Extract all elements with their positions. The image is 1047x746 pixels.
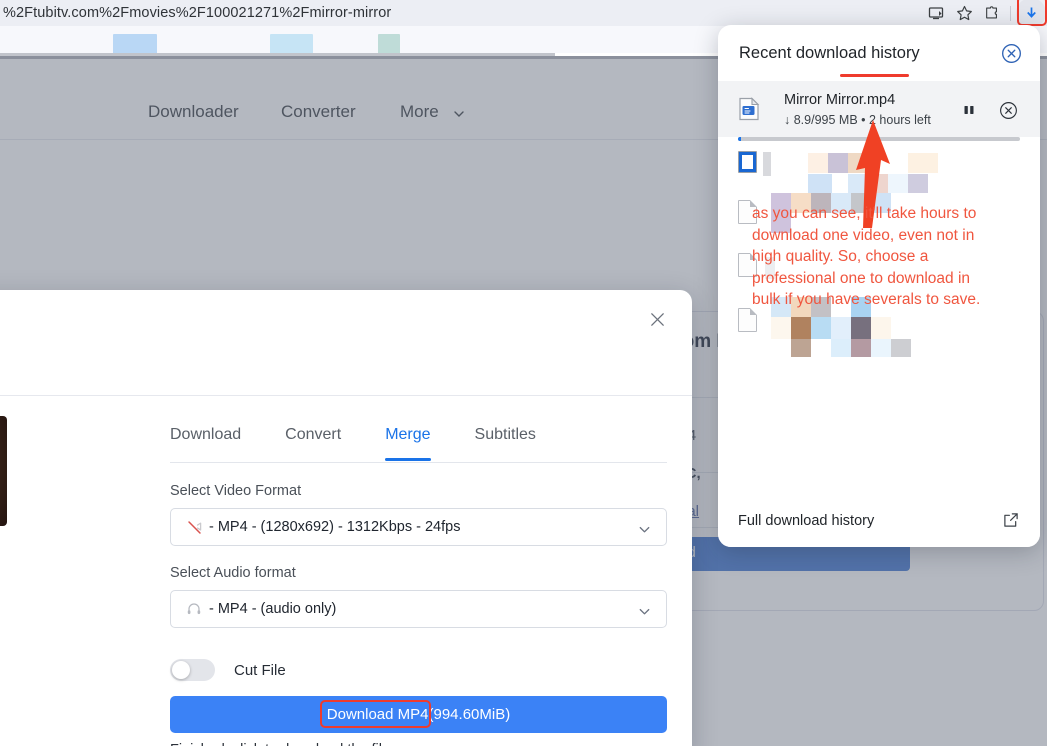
tab-merge[interactable]: Merge xyxy=(385,418,431,461)
blur-pixel xyxy=(871,317,891,339)
download-progress-fill xyxy=(738,137,741,141)
download-pause-button[interactable] xyxy=(959,100,979,120)
blur-pixel xyxy=(851,339,871,357)
video-thumbnail xyxy=(0,416,7,526)
cast-icon[interactable] xyxy=(922,0,950,26)
download-panel-close-button[interactable] xyxy=(998,40,1024,66)
omnibox-url-text[interactable]: %2Ftubitv.com%2Fmovies%2F100021271%2Fmir… xyxy=(0,5,391,21)
bookmark-item[interactable] xyxy=(113,34,157,55)
bookmark-item[interactable] xyxy=(270,34,313,55)
open-external-icon[interactable] xyxy=(1002,511,1020,534)
bookmark-item[interactable] xyxy=(378,34,400,55)
close-circle-icon xyxy=(1001,43,1021,63)
pause-icon xyxy=(964,106,974,114)
chevron-down-icon xyxy=(637,604,652,624)
full-download-history-link[interactable]: Full download history xyxy=(738,513,874,529)
blur-pixel xyxy=(808,174,832,193)
blur-pixel xyxy=(831,317,851,339)
download-panel-header: Recent download history xyxy=(718,25,1040,81)
cut-file-toggle[interactable] xyxy=(170,659,215,681)
chevron-down-icon xyxy=(637,522,652,542)
blur-pixel xyxy=(851,317,871,339)
download-arrow-icon xyxy=(1026,7,1036,18)
modal-header-divider xyxy=(0,395,692,396)
toggle-knob xyxy=(172,661,190,679)
blur-pixel xyxy=(891,339,911,357)
download-mp4-primary-label: Download MP4 xyxy=(326,706,429,723)
tab-convert[interactable]: Convert xyxy=(285,418,341,452)
blur-pixel xyxy=(811,317,831,339)
blur-pixel xyxy=(763,152,771,176)
blurred-file-icon xyxy=(738,308,757,332)
headphones-icon xyxy=(183,601,205,617)
video-format-select[interactable]: - MP4 - (1280x692) - 1312Kbps - 24fps xyxy=(170,508,667,546)
blur-pixel xyxy=(871,339,891,357)
blur-pixel xyxy=(791,339,811,357)
tab-download[interactable]: Download xyxy=(170,418,241,452)
blur-pixel xyxy=(771,317,791,339)
downloads-toolbar-button[interactable] xyxy=(1015,0,1047,28)
download-filename: Mirror Mirror.mp4 xyxy=(784,92,896,108)
modal-close-button[interactable] xyxy=(644,306,670,332)
download-panel-footer: Full download history xyxy=(718,499,1040,547)
blur-pixel xyxy=(791,317,811,339)
blur-pixel xyxy=(908,174,928,193)
puzzle-piece-icon[interactable] xyxy=(978,0,1006,26)
blur-pixel xyxy=(828,153,848,173)
blur-pixel xyxy=(908,153,938,173)
download-status-text: Finished, click to download the file xyxy=(170,742,390,746)
toolbar-divider xyxy=(1010,5,1011,21)
tab-subtitles[interactable]: Subtitles xyxy=(475,418,536,452)
mp4-file-icon xyxy=(738,97,760,121)
download-mp4-size-label: (994.60MiB) xyxy=(428,706,511,723)
annotation-callout-text: as you can see, it'll take hours to down… xyxy=(752,205,981,308)
eta-red-underline xyxy=(840,74,909,77)
audio-format-value: - MP4 - (audio only) xyxy=(209,601,337,617)
cancel-circle-icon xyxy=(999,101,1017,119)
blurred-file-icon xyxy=(738,151,762,177)
browser-toolbar-icons xyxy=(922,0,1047,28)
star-icon[interactable] xyxy=(950,0,978,26)
close-icon xyxy=(650,312,664,326)
screenshot-root: %2Ftubitv.com%2Fmovies%2F100021271%2Fmir… xyxy=(0,0,1047,746)
audio-format-label: Select Audio format xyxy=(170,565,296,581)
video-format-value: - MP4 - (1280x692) - 1312Kbps - 24fps xyxy=(209,519,461,535)
blur-pixel xyxy=(831,339,851,357)
cut-file-row: Cut File xyxy=(170,659,286,681)
audio-format-select[interactable]: - MP4 - (audio only) xyxy=(170,590,667,628)
tabs-underline-rule xyxy=(170,462,667,463)
download-cancel-button[interactable] xyxy=(996,98,1020,122)
browser-omnibox-bar: %2Ftubitv.com%2Fmovies%2F100021271%2Fmir… xyxy=(0,0,1047,28)
video-format-label: Select Video Format xyxy=(170,483,302,499)
video-download-modal: r Mirror ion: 1:45:53 Download Convert M… xyxy=(0,290,692,746)
blur-pixel xyxy=(808,153,828,173)
download-mp4-button[interactable]: Download MP4 (994.60MiB) xyxy=(170,696,667,733)
modal-tabs: Download Convert Merge Subtitles xyxy=(170,418,580,461)
download-panel-title: Recent download history xyxy=(739,43,920,62)
video-slash-icon xyxy=(183,519,205,536)
cut-file-label: Cut File xyxy=(234,661,286,679)
